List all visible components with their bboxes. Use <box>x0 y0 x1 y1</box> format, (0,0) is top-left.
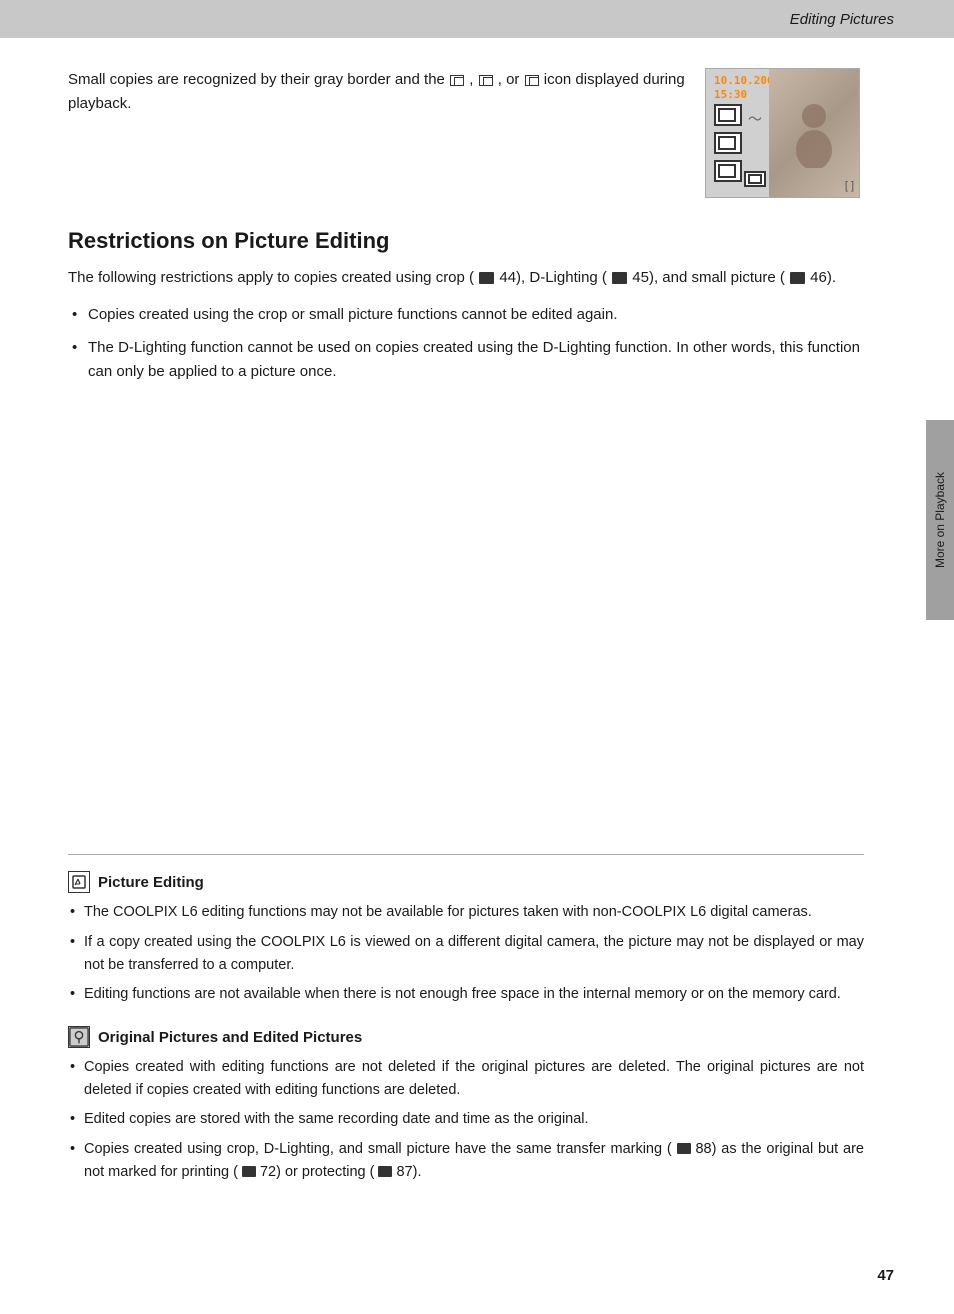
note-pe-item-2: If a copy created using the COOLPIX L6 i… <box>68 931 864 977</box>
note-original-list: Copies created with editing functions ar… <box>68 1056 864 1184</box>
restriction-item-2: The D-Lighting function cannot be used o… <box>68 336 860 386</box>
note-pe-item-1: The COOLPIX L6 editing functions may not… <box>68 901 864 924</box>
main-content: Small copies are recognized by their gra… <box>0 38 920 431</box>
cam-icon-box-2 <box>714 132 742 154</box>
note-original-title: Original Pictures and Edited Pictures <box>98 1029 362 1046</box>
cam-icon-box-3 <box>714 160 742 182</box>
cam-icon-box-1 <box>714 104 742 126</box>
page-title: Editing Pictures <box>790 11 894 28</box>
camera-icons-left <box>714 104 742 182</box>
photo-placeholder <box>769 69 859 197</box>
sidebar-tab: More on Playback <box>926 420 954 620</box>
note-picture-editing-heading-row: Picture Editing <box>68 871 864 893</box>
page-number: 47 <box>877 1267 894 1284</box>
comma-1: , <box>469 71 477 88</box>
intro-text-block: Small copies are recognized by their gra… <box>68 68 685 116</box>
note-pencil-icon <box>68 871 90 893</box>
ref-icon-crop <box>479 272 494 284</box>
restriction-item-1: Copies created using the crop or small p… <box>68 303 860 328</box>
ref-icon-transfer <box>677 1143 691 1154</box>
restrictions-intro: The following restrictions apply to copi… <box>68 266 860 291</box>
restrictions-list: Copies created using the crop or small p… <box>68 303 860 385</box>
note-original-pictures: Original Pictures and Edited Pictures Co… <box>68 1026 864 1184</box>
cam-icon-inner-3 <box>718 164 736 178</box>
small-icon-1 <box>450 75 464 86</box>
cam-icon-inner-2 <box>718 136 736 150</box>
header-bar: Editing Pictures <box>0 0 954 38</box>
divider-1 <box>68 854 864 855</box>
person-silhouette <box>789 98 839 168</box>
intro-text-part1: Small copies are recognized by their gra… <box>68 71 449 88</box>
small-icon-3 <box>525 75 539 86</box>
note-picture-editing: Picture Editing The COOLPIX L6 editing f… <box>68 871 864 1006</box>
small-copy-icon <box>744 171 766 187</box>
page-container: Editing Pictures More on Playback Small … <box>0 0 954 1314</box>
small-icon-2 <box>479 75 493 86</box>
wave-icon: 〜 <box>748 109 762 129</box>
camera-screen: 10.10.2006 15:30 <box>706 69 859 197</box>
bottom-section: Picture Editing The COOLPIX L6 editing f… <box>0 838 924 1264</box>
comma-2: , or <box>498 71 524 88</box>
camera-photo-area <box>769 69 859 197</box>
ref-icon-dlighting <box>612 272 627 284</box>
note-pe-item-3: Editing functions are not available when… <box>68 983 864 1006</box>
camera-display-image: 10.10.2006 15:30 <box>705 68 860 198</box>
note-orig-item-3: Copies created using crop, D-Lighting, a… <box>68 1138 864 1184</box>
intro-section: Small copies are recognized by their gra… <box>68 68 860 198</box>
sidebar-tab-label: More on Playback <box>933 472 947 568</box>
note-q-icon <box>68 1026 90 1048</box>
note-picture-editing-title: Picture Editing <box>98 874 204 891</box>
corner-icon: [ ] <box>845 180 854 192</box>
ref-icon-protect <box>378 1166 392 1177</box>
note-orig-item-1: Copies created with editing functions ar… <box>68 1056 864 1102</box>
note-original-heading-row: Original Pictures and Edited Pictures <box>68 1026 864 1048</box>
cam-icon-inner-1 <box>718 108 736 122</box>
ref-icon-smallpic <box>790 272 805 284</box>
note-orig-item-2: Edited copies are stored with the same r… <box>68 1108 864 1131</box>
ref-icon-print <box>242 1166 256 1177</box>
restrictions-heading: Restrictions on Picture Editing <box>68 228 860 254</box>
note-picture-editing-list: The COOLPIX L6 editing functions may not… <box>68 901 864 1006</box>
